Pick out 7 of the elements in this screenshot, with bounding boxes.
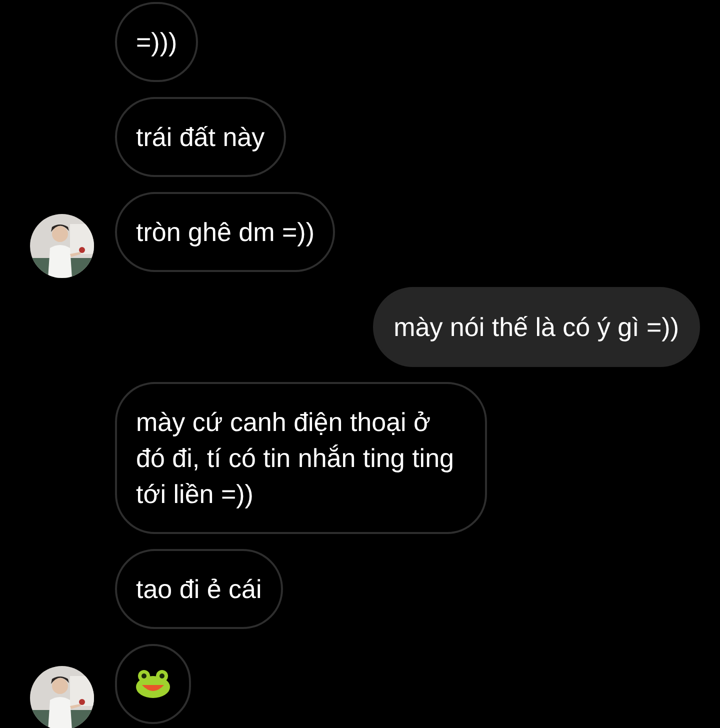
message-bubble: tròn ghê dm =)): [115, 192, 336, 272]
message-bubble: mày nói thế là có ý gì =)): [372, 287, 700, 367]
message-bubble: trái đất này: [115, 97, 286, 177]
message-bubble: =))): [115, 2, 198, 82]
message-bubble: tao đi ẻ cái: [115, 549, 283, 629]
frog-icon: [135, 669, 171, 699]
message-bubble: mày cứ canh điện thoại ở đó đi, tí có tin nhắn ting ting tới liền =)): [115, 382, 487, 534]
